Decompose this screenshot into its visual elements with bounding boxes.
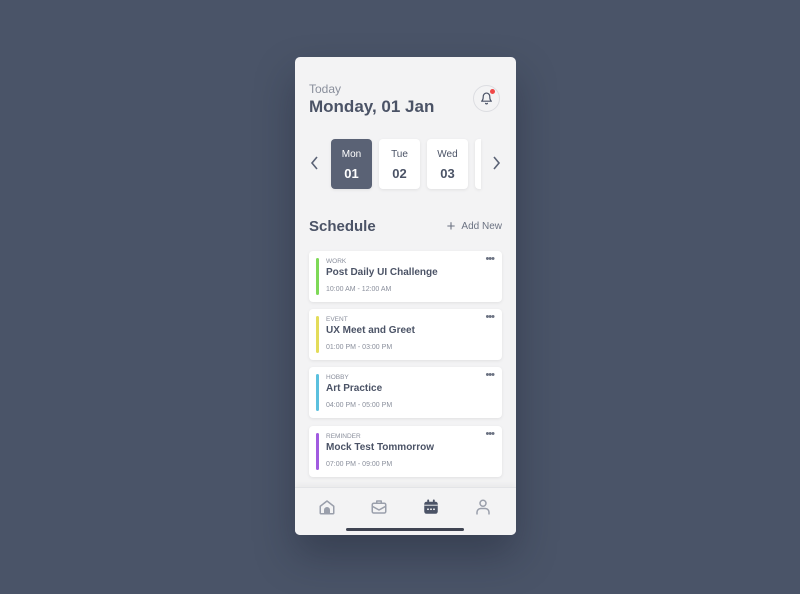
nav-home[interactable] bbox=[318, 498, 336, 516]
more-options-icon[interactable]: ••• bbox=[485, 369, 495, 381]
notification-button[interactable] bbox=[473, 85, 500, 112]
more-options-icon[interactable]: ••• bbox=[485, 428, 495, 440]
home-indicator bbox=[346, 528, 464, 531]
item-time: 04:00 PM - 05:00 PM bbox=[326, 402, 393, 409]
item-time: 07:00 PM - 09:00 PM bbox=[326, 461, 393, 468]
item-title: Art Practice bbox=[326, 383, 383, 394]
schedule-item[interactable]: WORK Post Daily UI Challenge 10:00 AM - … bbox=[309, 251, 502, 302]
item-category: WORK bbox=[326, 258, 347, 265]
phone-screen: Today Monday, 01 Jan Mon 01 Tue 02 Wed 0… bbox=[295, 57, 516, 535]
schedule-item[interactable]: EVENT UX Meet and Greet 01:00 PM - 03:00… bbox=[309, 309, 502, 360]
add-new-button[interactable]: + Add New bbox=[446, 217, 502, 235]
category-color-bar bbox=[316, 316, 319, 353]
day-number: 03 bbox=[440, 166, 455, 181]
item-title: Mock Test Tommorrow bbox=[326, 442, 434, 453]
day-number: 01 bbox=[344, 166, 359, 181]
day-next-peek[interactable] bbox=[475, 139, 481, 189]
day-name: Mon bbox=[341, 149, 362, 160]
day-name: Wed bbox=[437, 149, 458, 160]
day-mon[interactable]: Mon 01 bbox=[331, 139, 372, 189]
user-icon bbox=[476, 499, 490, 515]
day-wed[interactable]: Wed 03 bbox=[427, 139, 468, 189]
item-category: HOBBY bbox=[326, 374, 349, 381]
category-color-bar bbox=[316, 374, 319, 411]
today-label: Today bbox=[309, 82, 342, 96]
item-title: Post Daily UI Challenge bbox=[326, 267, 438, 278]
day-tue[interactable]: Tue 02 bbox=[379, 139, 420, 189]
schedule-title: Schedule bbox=[309, 218, 376, 235]
prev-week-button[interactable] bbox=[310, 154, 319, 175]
item-time: 01:00 PM - 03:00 PM bbox=[326, 344, 393, 351]
item-category: REMINDER bbox=[326, 433, 361, 440]
more-options-icon[interactable]: ••• bbox=[485, 311, 495, 323]
calendar-icon bbox=[424, 499, 438, 514]
nav-profile[interactable] bbox=[474, 498, 492, 516]
day-number: 02 bbox=[392, 166, 407, 181]
add-new-label: Add New bbox=[461, 221, 502, 232]
current-date: Monday, 01 Jan bbox=[309, 97, 435, 116]
chevron-left-icon bbox=[310, 156, 318, 170]
schedule-item[interactable]: HOBBY Art Practice 04:00 PM - 05:00 PM •… bbox=[309, 367, 502, 418]
more-options-icon[interactable]: ••• bbox=[485, 253, 495, 265]
item-category: EVENT bbox=[326, 316, 348, 323]
notification-badge bbox=[490, 89, 495, 94]
bottom-nav bbox=[295, 487, 516, 535]
day-name: Tue bbox=[391, 149, 408, 160]
briefcase-icon bbox=[371, 500, 387, 514]
chevron-right-icon bbox=[493, 156, 501, 170]
item-title: UX Meet and Greet bbox=[326, 325, 415, 336]
nav-briefcase[interactable] bbox=[370, 498, 388, 516]
plus-icon: + bbox=[446, 217, 456, 235]
category-color-bar bbox=[316, 433, 319, 470]
schedule-item[interactable]: REMINDER Mock Test Tommorrow 07:00 PM - … bbox=[309, 426, 502, 477]
nav-calendar[interactable] bbox=[422, 498, 440, 516]
next-week-button[interactable] bbox=[492, 154, 501, 175]
category-color-bar bbox=[316, 258, 319, 295]
item-time: 10:00 AM - 12:00 AM bbox=[326, 286, 392, 293]
home-icon bbox=[319, 500, 335, 515]
